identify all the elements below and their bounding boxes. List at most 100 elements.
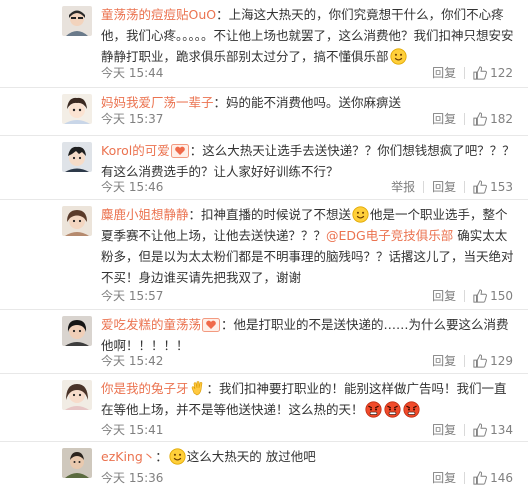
angry-emoji-icon bbox=[383, 401, 401, 418]
comment-meta: 今天 15:36 回复 146 bbox=[101, 469, 519, 487]
like-count: 134 bbox=[490, 422, 513, 437]
comment-text: 这么大热天的 放过他吧 bbox=[186, 449, 316, 464]
username-link[interactable]: Korol的可爱 bbox=[101, 143, 170, 158]
avatar[interactable] bbox=[62, 94, 92, 124]
thumbs-up-icon bbox=[473, 111, 488, 126]
comment-item: ezKing丶： 这么大热天的 放过他吧 今天 15:36 回复 146 bbox=[0, 442, 528, 492]
comment-text: ：扣神直播的时候说了不想送 bbox=[188, 207, 352, 222]
thumbs-up-icon bbox=[473, 470, 488, 485]
comment-meta: 今天 15:41 回复 134 bbox=[101, 421, 519, 439]
comment-meta: 今天 15:37 回复 182 bbox=[101, 110, 519, 128]
reply-button[interactable]: 回复 bbox=[432, 469, 456, 486]
reply-button[interactable]: 回复 bbox=[432, 352, 456, 369]
colon-separator: ： bbox=[155, 449, 168, 464]
mention-link[interactable]: @EDG电子竞技俱乐部 bbox=[326, 228, 453, 243]
comment-actions: 回复 134 bbox=[432, 421, 513, 438]
comment-item: 你是我的兔子牙 ：我们扣神要打职业的！能别这样做广告吗！我们一直在等他上场，并不是… bbox=[0, 374, 528, 442]
divider bbox=[464, 423, 466, 436]
reply-button[interactable]: 回复 bbox=[432, 64, 456, 81]
comment-item: 妈妈我爱厂荡一辈子：妈的能不消费他吗。送你麻痹送 今天 15:37 回复 182 bbox=[0, 88, 528, 136]
comment-body: Korol的可爱 ：这么大热天让选手去送快递？？你们想钱想疯了吧？？？有这么消费选… bbox=[101, 140, 519, 182]
avatar[interactable] bbox=[62, 206, 92, 236]
username-link[interactable]: 你是我的兔子牙 bbox=[101, 381, 189, 396]
like-button[interactable]: 150 bbox=[473, 289, 513, 303]
reply-button[interactable]: 回复 bbox=[432, 421, 456, 438]
like-button[interactable]: 146 bbox=[473, 471, 513, 485]
angry-emoji-icon bbox=[402, 401, 420, 418]
avatar[interactable] bbox=[62, 142, 92, 172]
comment-text: ：妈的能不消费他吗。送你麻痹送 bbox=[213, 95, 402, 110]
thumbs-up-icon bbox=[473, 353, 488, 368]
avatar[interactable] bbox=[62, 448, 92, 478]
comment-list: 童荡荡的痘痘贴OuO：上海这大热天的，你们究竟想干什么，你们不心疼他，我们心疼。… bbox=[0, 0, 528, 492]
thumbs-up-icon bbox=[473, 179, 488, 194]
comment-item: 爱吃发糕的童荡荡 ：他是打职业的不是送快递的……为什么要这么消费他啊！！！！！ 今… bbox=[0, 310, 528, 374]
angry-emoji-icon bbox=[364, 401, 382, 418]
avatar[interactable] bbox=[62, 316, 92, 346]
heart-badge-icon bbox=[202, 318, 221, 332]
comment-meta: 今天 15:46 举报 回复 153 bbox=[101, 178, 519, 196]
clap-badge-icon bbox=[191, 381, 202, 396]
divider bbox=[464, 289, 466, 302]
divider bbox=[464, 180, 466, 193]
like-button[interactable]: 122 bbox=[473, 66, 513, 80]
avatar[interactable] bbox=[62, 6, 92, 36]
timestamp: 今天 15:37 bbox=[101, 112, 164, 126]
like-button[interactable]: 134 bbox=[473, 423, 513, 437]
like-count: 122 bbox=[490, 65, 513, 80]
comment-body: ezKing丶： 这么大热天的 放过他吧 bbox=[101, 446, 519, 467]
comment-actions: 回复 146 bbox=[432, 469, 513, 486]
comment-actions: 回复 129 bbox=[432, 352, 513, 369]
like-button[interactable]: 129 bbox=[473, 354, 513, 368]
like-count: 153 bbox=[490, 179, 513, 194]
thumbs-up-icon bbox=[473, 422, 488, 437]
timestamp: 今天 15:36 bbox=[101, 471, 164, 485]
comment-actions: 举报 回复 153 bbox=[391, 178, 513, 195]
comment-meta: 今天 15:42 回复 129 bbox=[101, 352, 519, 370]
timestamp: 今天 15:42 bbox=[101, 354, 164, 368]
like-button[interactable]: 182 bbox=[473, 112, 513, 126]
comment-actions: 回复 150 bbox=[432, 287, 513, 304]
smile-emoji-icon bbox=[352, 206, 369, 223]
comment-body: 爱吃发糕的童荡荡 ：他是打职业的不是送快递的……为什么要这么消费他啊！！！！！ bbox=[101, 314, 519, 356]
timestamp: 今天 15:46 bbox=[101, 180, 164, 194]
username-link[interactable]: 妈妈我爱厂荡一辈子 bbox=[101, 95, 214, 110]
avatar[interactable] bbox=[62, 380, 92, 410]
comment-actions: 回复 182 bbox=[432, 110, 513, 127]
comment-actions: 回复 122 bbox=[432, 64, 513, 81]
reply-button[interactable]: 回复 bbox=[432, 178, 456, 195]
like-count: 182 bbox=[490, 111, 513, 126]
divider bbox=[464, 354, 466, 367]
comment-body: 你是我的兔子牙 ：我们扣神要打职业的！能别这样做广告吗！我们一直在等他上场，并不是… bbox=[101, 378, 519, 420]
divider bbox=[464, 112, 466, 125]
comment-body: 麋鹿小姐想静静：扣神直播的时候说了不想送 他是一个职业选手，整个夏季赛不让他上场，… bbox=[101, 204, 519, 288]
username-link[interactable]: 童荡荡的痘痘贴OuO bbox=[101, 7, 216, 22]
comment-item: Korol的可爱 ：这么大热天让选手去送快递？？你们想钱想疯了吧？？？有这么消费选… bbox=[0, 136, 528, 200]
like-count: 150 bbox=[490, 288, 513, 303]
thumbs-up-icon bbox=[473, 288, 488, 303]
like-button[interactable]: 153 bbox=[473, 180, 513, 194]
username-link[interactable]: ezKing丶 bbox=[101, 449, 155, 464]
smile-emoji-icon bbox=[169, 448, 186, 465]
username-link[interactable]: 麋鹿小姐想静静 bbox=[101, 207, 189, 222]
timestamp: 今天 15:57 bbox=[101, 289, 164, 303]
timestamp: 今天 15:41 bbox=[101, 423, 164, 437]
like-count: 129 bbox=[490, 353, 513, 368]
thumbs-up-icon bbox=[473, 65, 488, 80]
divider bbox=[464, 471, 466, 484]
reply-button[interactable]: 回复 bbox=[432, 287, 456, 304]
timestamp: 今天 15:44 bbox=[101, 66, 164, 80]
reply-button[interactable]: 回复 bbox=[432, 110, 456, 127]
divider bbox=[423, 180, 425, 193]
comment-item: 童荡荡的痘痘贴OuO：上海这大热天的，你们究竟想干什么，你们不心疼他，我们心疼。… bbox=[0, 0, 528, 88]
comment-item: 麋鹿小姐想静静：扣神直播的时候说了不想送 他是一个职业选手，整个夏季赛不让他上场，… bbox=[0, 200, 528, 310]
smile-emoji-icon bbox=[389, 48, 407, 65]
divider bbox=[464, 66, 466, 79]
report-button[interactable]: 举报 bbox=[391, 178, 415, 195]
like-count: 146 bbox=[490, 470, 513, 485]
comment-meta: 今天 15:57 回复 150 bbox=[101, 287, 519, 305]
comment-body: 童荡荡的痘痘贴OuO：上海这大热天的，你们究竟想干什么，你们不心疼他，我们心疼。… bbox=[101, 4, 519, 67]
username-link[interactable]: 爱吃发糕的童荡荡 bbox=[101, 317, 201, 332]
comment-meta: 今天 15:44 回复 122 bbox=[101, 64, 519, 82]
heart-badge-icon bbox=[170, 144, 189, 158]
